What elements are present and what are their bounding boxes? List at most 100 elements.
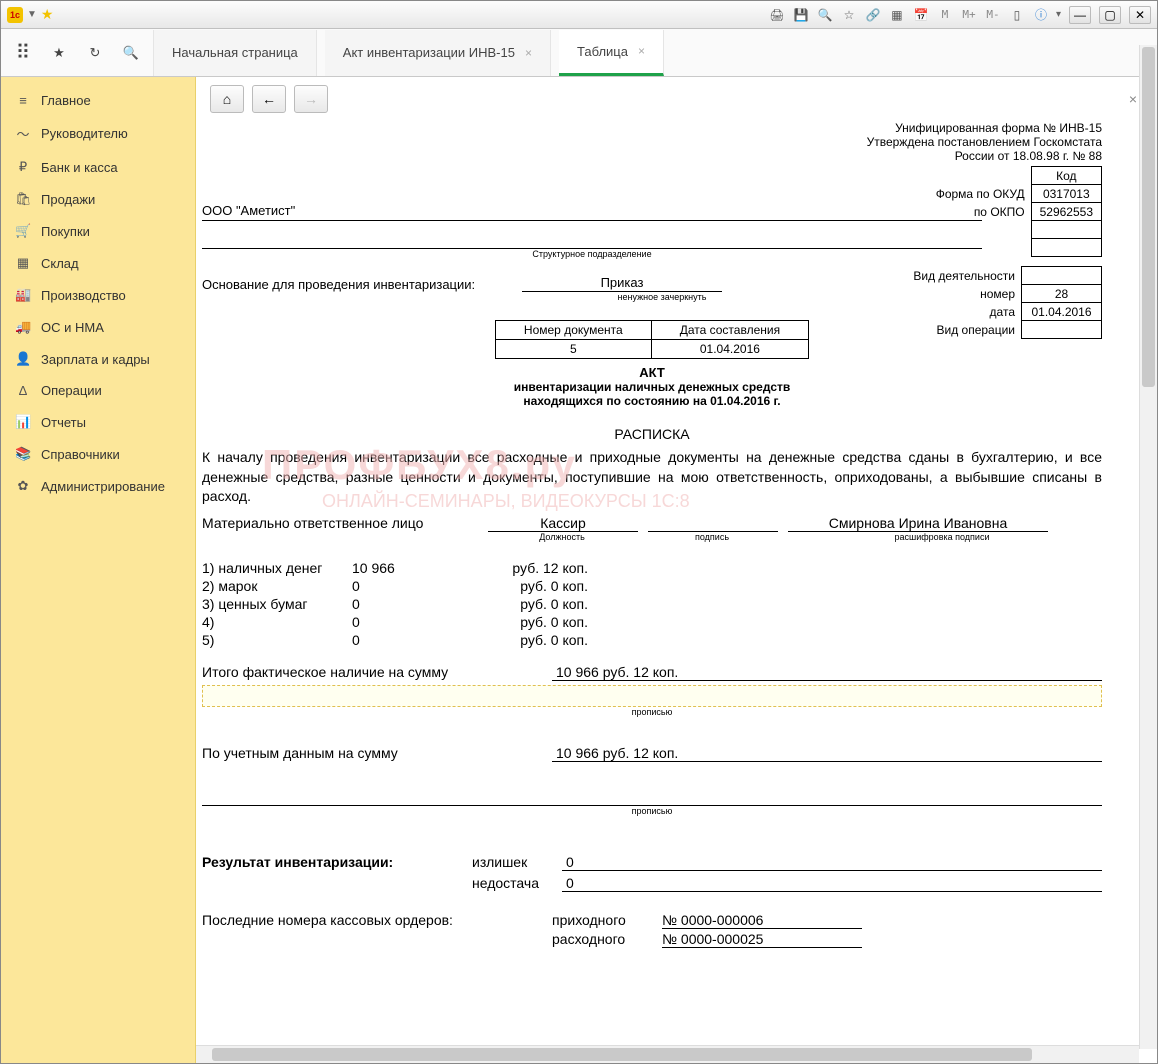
sidebar-item-label: ОС и НМА (41, 320, 104, 335)
star-icon[interactable]: ☆ (840, 6, 858, 24)
tab-label: Начальная страница (172, 45, 298, 60)
codes-block: Код Форма по ОКУД0317013 по ОКПО52962553 (928, 166, 1102, 257)
order-out-value: № 0000-000025 (662, 931, 862, 948)
sig-name-caption: расшифровка подписи (782, 532, 1102, 542)
person-icon: 👤 (15, 351, 31, 367)
sidebar-item-warehouse[interactable]: ▦Склад (1, 247, 195, 279)
tab-close-icon[interactable]: × (638, 44, 645, 58)
form-line3: России от 18.08.98 г. № 88 (562, 149, 1102, 163)
sidebar-item-main[interactable]: ≡Главное (1, 85, 195, 116)
sidebar-item-admin[interactable]: ✿Администрирование (1, 470, 195, 502)
sig-post-caption: Должность (482, 532, 642, 542)
total-line: Итого фактическое наличие на сумму 10 96… (202, 664, 1102, 681)
form-line1: Унифицированная форма № ИНВ-15 (562, 121, 1102, 135)
maximize-button[interactable]: ▢ (1099, 6, 1121, 24)
scroll-thumb[interactable] (212, 1048, 1032, 1061)
total-value: 10 966 руб. 12 коп. (552, 664, 1102, 681)
docnum-value2: 01.04.2016 (651, 340, 808, 359)
factory-icon: 🏭 (15, 287, 31, 303)
vertical-scrollbar[interactable] (1139, 77, 1157, 1049)
sidebar-item-assets[interactable]: 🚚ОС и НМА (1, 311, 195, 343)
tab-label: Акт инвентаризации ИНВ-15 (343, 45, 515, 60)
print-icon[interactable]: 🖨 (768, 6, 786, 24)
tab-home[interactable]: Начальная страница (153, 30, 317, 76)
tabbar: ⠿ ★ ↻ 🔍 Начальная страница Акт инвентари… (1, 29, 1157, 77)
shortage-value: 0 (562, 875, 1102, 892)
app-menu-drop-icon[interactable]: ▼ (27, 9, 37, 20)
sidebar-item-sales[interactable]: 🛍 Продажи (1, 183, 195, 215)
star-tool-icon[interactable]: ★ (45, 39, 73, 67)
empty-code (1031, 221, 1101, 239)
basis-label: Основание для проведения инвентаризации: (202, 277, 522, 292)
info-icon[interactable]: ⓘ (1032, 6, 1050, 24)
operation-value (1022, 321, 1102, 339)
sidebar-item-salary[interactable]: 👤Зарплата и кадры (1, 343, 195, 375)
m-plus-icon[interactable]: M+ (960, 6, 978, 24)
m-minus-icon[interactable]: M- (984, 6, 1002, 24)
mol-sign (648, 515, 778, 532)
close-button[interactable]: ✕ (1129, 6, 1151, 24)
item-rub: руб. 0 коп. (412, 632, 592, 648)
scroll-thumb[interactable] (1142, 77, 1155, 387)
main-content: ⌂ ← → × ПРОФБУХ8.ру ОНЛАЙН-СЕМИНАРЫ, ВИД… (196, 77, 1157, 1063)
search-icon[interactable]: 🔍 (117, 39, 145, 67)
horizontal-scrollbar[interactable] (196, 1045, 1139, 1063)
tab-act[interactable]: Акт инвентаризации ИНВ-15 × (325, 30, 551, 76)
number-label: номер (907, 285, 1021, 303)
save-icon[interactable]: 💾 (792, 6, 810, 24)
basis-value: Приказ (522, 275, 722, 292)
back-button[interactable]: ← (252, 85, 286, 113)
grid-icon: ▦ (15, 255, 31, 271)
report-icon: 📊 (15, 414, 31, 430)
preview-icon[interactable]: 🔍 (816, 6, 834, 24)
empty-code (1031, 239, 1101, 257)
sidebar-item-bank[interactable]: ₽Банк и касса (1, 151, 195, 183)
book-line: По учетным данным на сумму 10 966 руб. 1… (202, 745, 1102, 762)
bag-icon: 🛍 (15, 191, 31, 207)
tab-close-icon[interactable]: × (525, 46, 532, 60)
forward-button[interactable]: → (294, 85, 328, 113)
sidebar-item-operations[interactable]: ∆Операции (1, 375, 195, 406)
operation-label: Вид операции (907, 321, 1021, 339)
app-icon: 1c (7, 7, 23, 23)
sidebar-item-label: Справочники (41, 447, 120, 462)
code-header: Код (1031, 167, 1101, 185)
item-name: 1) наличных денег (202, 560, 352, 576)
sidebar-item-purchases[interactable]: 🛒Покупки (1, 215, 195, 247)
m-icon[interactable]: M (936, 6, 954, 24)
sidebar-item-reports[interactable]: 📊Отчеты (1, 406, 195, 438)
favorite-icon[interactable]: ★ (41, 6, 54, 23)
titlebar: 1c ▼ ★ 🖨 💾 🔍 ☆ 🔗 ▦ 📅 M M+ M- ▯ ⓘ ▾ — ▢ ✕ (1, 1, 1157, 29)
sidebar-item-production[interactable]: 🏭Производство (1, 279, 195, 311)
act-title: АКТ (202, 365, 1102, 380)
sidebar-item-references[interactable]: 📚Справочники (1, 438, 195, 470)
sidebar-item-label: Продажи (41, 192, 95, 207)
minimize-button[interactable]: — (1069, 6, 1091, 24)
raspiska-title: РАСПИСКА (202, 426, 1102, 442)
panel-icon[interactable]: ▯ (1008, 6, 1026, 24)
sidebar-item-manager[interactable]: 〜Руководителю (1, 116, 195, 151)
link-icon[interactable]: 🔗 (864, 6, 882, 24)
info-drop-icon[interactable]: ▾ (1056, 9, 1061, 20)
calc-icon[interactable]: ▦ (888, 6, 906, 24)
document-viewport[interactable]: ПРОФБУХ8.ру ОНЛАЙН-СЕМИНАРЫ, ВИДЕОКУРСЫ … (196, 121, 1157, 1045)
tab-table[interactable]: Таблица× (559, 30, 664, 76)
menu-icon: ≡ (15, 93, 31, 108)
home-button[interactable]: ⌂ (210, 85, 244, 113)
prop-caption2: прописью (202, 806, 1102, 816)
ruble-icon: ₽ (15, 159, 31, 175)
item-name: 4) (202, 614, 352, 630)
docnum-header2: Дата составления (651, 321, 808, 340)
text-block: К началу проведения инвентаризации все р… (202, 448, 1102, 507)
mol-post: Кассир (488, 515, 638, 532)
sig-sign-caption: подпись (642, 532, 782, 542)
calendar-icon[interactable]: 📅 (912, 6, 930, 24)
form-line2: Утверждена постановлением Госкомстата (562, 135, 1102, 149)
prop-input[interactable] (202, 685, 1102, 707)
item-rub: руб. 0 коп. (412, 596, 592, 612)
act-subtitle2: находящихся по состоянию на 01.04.2016 г… (202, 394, 1102, 408)
book-label: По учетным данным на сумму (202, 745, 552, 762)
book-value: 10 966 руб. 12 коп. (552, 745, 1102, 762)
apps-icon[interactable]: ⠿ (9, 39, 37, 67)
history-icon[interactable]: ↻ (81, 39, 109, 67)
